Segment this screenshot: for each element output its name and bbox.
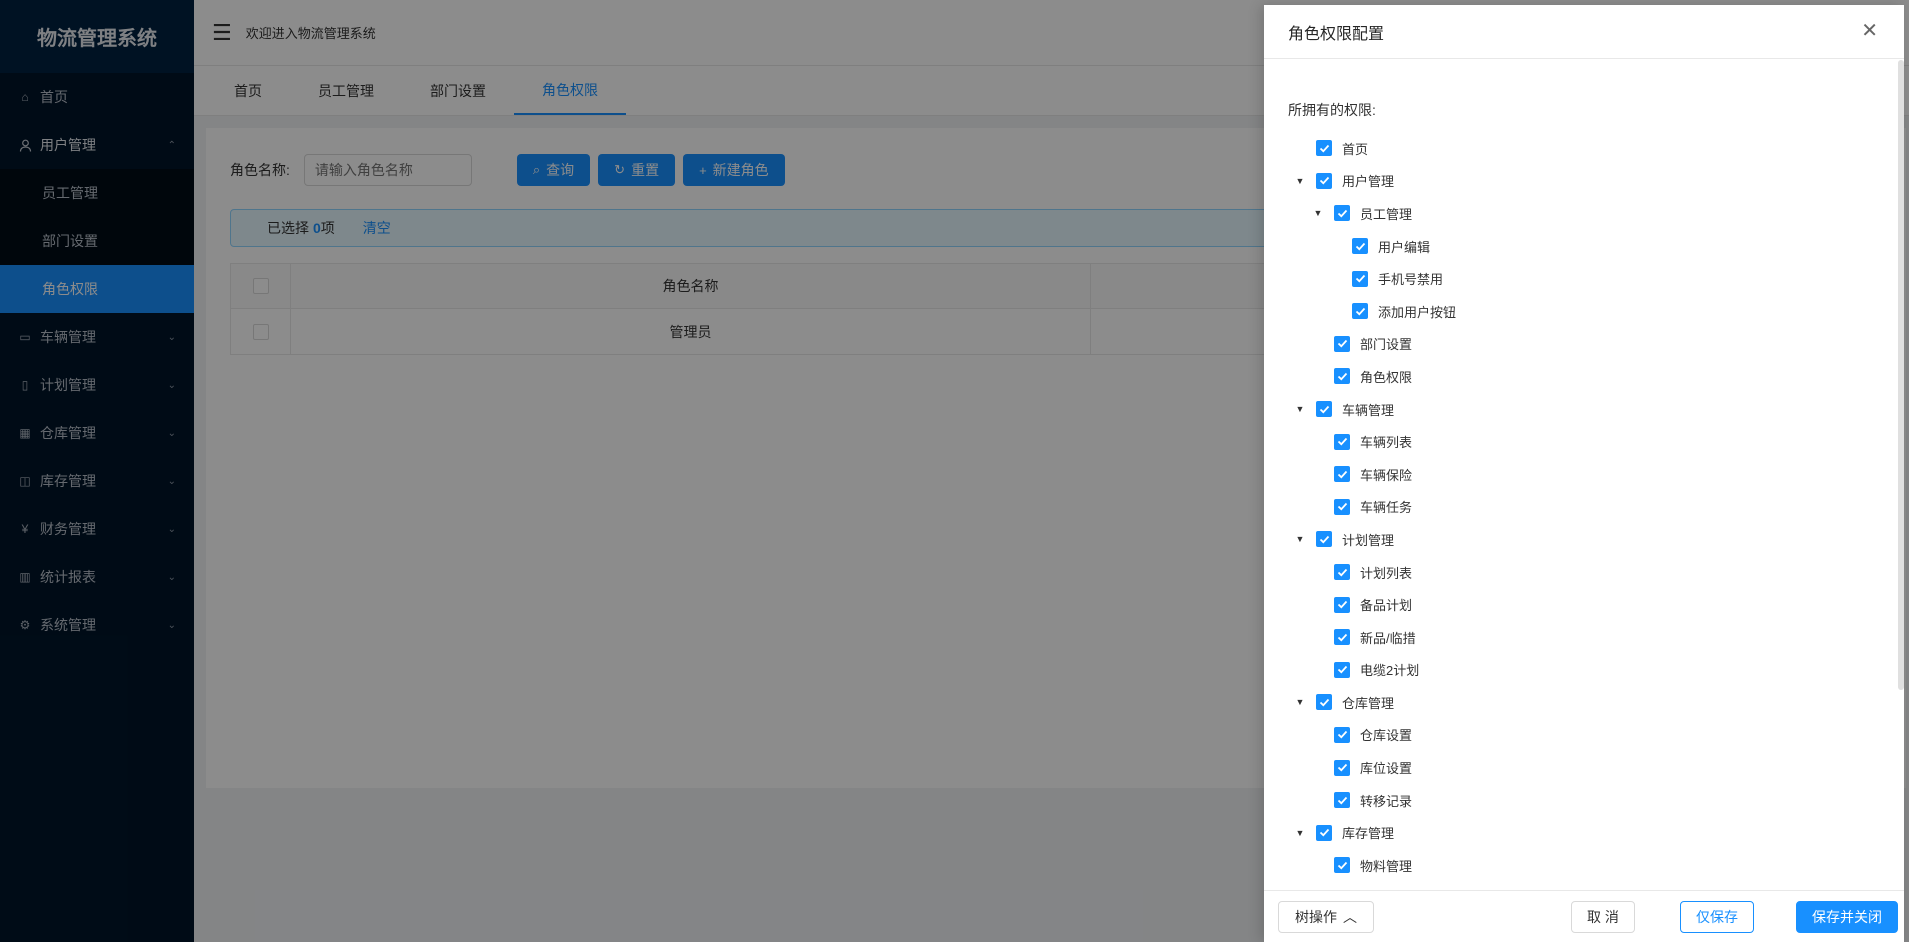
cancel-button[interactable]: 取 消 <box>1571 901 1635 933</box>
permission-tree: 首页 ▼ 用户管理 ▼ 员工管理用户编辑手机号禁用添加用户按钮部门设置角色权限 ▼ 车辆管理… <box>1264 132 1904 890</box>
tree-checkbox[interactable] <box>1316 531 1332 548</box>
tree-checkbox[interactable] <box>1316 401 1332 418</box>
tree-node[interactable]: 物料管理 <box>1264 849 1904 882</box>
tree-node[interactable]: 新品/临措 <box>1264 621 1904 654</box>
tree-node-label: 库存管理 <box>1342 826 1395 842</box>
tree-node[interactable]: ▼ 用户管理 <box>1264 165 1904 198</box>
caret-down-icon[interactable]: ▼ <box>1294 828 1306 838</box>
tree-node[interactable]: 备品计划 <box>1264 588 1904 621</box>
tree-node-label: 车辆保险 <box>1360 467 1413 483</box>
tree-node[interactable]: ▼ 库存管理 <box>1264 816 1904 849</box>
tree-checkbox[interactable] <box>1334 433 1350 450</box>
tree-node-label: 部门设置 <box>1360 337 1413 353</box>
tree-node-label: 添加用户按钮 <box>1378 304 1457 320</box>
tree-node-label: 车辆列表 <box>1360 435 1413 451</box>
tree-node-label: 用户编辑 <box>1378 239 1431 255</box>
save-only-button[interactable]: 仅保存 <box>1680 901 1754 933</box>
caret-down-icon[interactable]: ▼ <box>1294 697 1306 707</box>
role-permission-drawer: 角色权限配置 ✕ 所拥有的权限: 首页 ▼ 用户管理 ▼ 员工管理用户编辑手机号禁用添加… <box>1264 5 1904 942</box>
tree-node[interactable]: 手机号禁用 <box>1264 262 1904 295</box>
tree-checkbox[interactable] <box>1334 498 1350 515</box>
tree-ops-button[interactable]: 树操作 ︿ <box>1278 901 1374 933</box>
tree-node[interactable]: 首页 <box>1264 132 1904 165</box>
tree-checkbox[interactable] <box>1334 661 1350 678</box>
tree-checkbox[interactable] <box>1334 596 1350 613</box>
tree-node[interactable]: 车辆列表 <box>1264 425 1904 458</box>
tree-node[interactable]: ▼ 车辆管理 <box>1264 393 1904 426</box>
tree-node-label: 首页 <box>1342 141 1369 157</box>
tree-ops-label: 树操作 <box>1295 909 1337 925</box>
close-icon[interactable]: ✕ <box>1861 21 1878 41</box>
tree-node-label: 计划列表 <box>1360 565 1413 581</box>
tree-node-label: 角色权限 <box>1360 369 1413 385</box>
tree-checkbox[interactable] <box>1334 792 1350 809</box>
tree-checkbox[interactable] <box>1334 726 1350 743</box>
tree-node[interactable]: 用户编辑 <box>1264 230 1904 263</box>
tree-node[interactable]: 车辆保险 <box>1264 458 1904 491</box>
tree-node-label: 车辆任务 <box>1360 500 1413 516</box>
tree-checkbox[interactable] <box>1334 205 1350 222</box>
tree-node[interactable]: 库位设置 <box>1264 751 1904 784</box>
tree-node-label: 电缆2计划 <box>1360 663 1420 679</box>
tree-node-label: 仓库设置 <box>1360 728 1413 744</box>
tree-checkbox[interactable] <box>1352 238 1368 255</box>
tree-node-label: 员工管理 <box>1360 206 1413 222</box>
caret-down-icon[interactable]: ▼ <box>1294 176 1306 186</box>
drawer-header: 角色权限配置 ✕ <box>1264 5 1904 59</box>
scrollbar[interactable] <box>1898 60 1904 690</box>
tree-node-label: 车辆管理 <box>1342 402 1395 418</box>
tree-node[interactable]: 转移记录 <box>1264 784 1904 817</box>
caret-down-icon[interactable]: ▼ <box>1294 404 1306 414</box>
tree-checkbox[interactable] <box>1334 857 1350 874</box>
tree-node[interactable]: 计划列表 <box>1264 556 1904 589</box>
tree-node[interactable]: 部门设置 <box>1264 328 1904 361</box>
tree-checkbox[interactable] <box>1334 368 1350 385</box>
tree-checkbox[interactable] <box>1334 759 1350 776</box>
tree-checkbox[interactable] <box>1352 270 1368 287</box>
drawer-footer: 树操作 ︿ 取 消 仅保存 保存并关闭 <box>1264 890 1904 942</box>
caret-down-icon[interactable]: ▼ <box>1312 208 1324 218</box>
tree-node[interactable]: ▼ 仓库管理 <box>1264 686 1904 719</box>
tree-node-label: 物料管理 <box>1360 858 1413 874</box>
tree-checkbox[interactable] <box>1352 303 1368 320</box>
tree-node[interactable]: 仓库设置 <box>1264 719 1904 752</box>
tree-checkbox[interactable] <box>1334 335 1350 352</box>
tree-node-label: 计划管理 <box>1342 532 1395 548</box>
tree-node[interactable]: 电缆2计划 <box>1264 654 1904 687</box>
tree-node-label: 转移记录 <box>1360 793 1413 809</box>
tree-node-label: 库位设置 <box>1360 761 1413 777</box>
drawer-title: 角色权限配置 <box>1288 25 1385 43</box>
save-and-close-button[interactable]: 保存并关闭 <box>1796 901 1898 933</box>
tree-checkbox[interactable] <box>1316 140 1332 157</box>
tree-node-label: 用户管理 <box>1342 174 1395 190</box>
tree-checkbox[interactable] <box>1334 629 1350 646</box>
tree-node[interactable]: 库存查询 <box>1264 882 1904 890</box>
tree-node[interactable]: 角色权限 <box>1264 360 1904 393</box>
tree-checkbox[interactable] <box>1334 564 1350 581</box>
tree-node-label: 手机号禁用 <box>1378 272 1444 288</box>
tree-checkbox[interactable] <box>1316 824 1332 841</box>
tree-node[interactable]: 添加用户按钮 <box>1264 295 1904 328</box>
tree-checkbox[interactable] <box>1334 466 1350 483</box>
permission-title: 所拥有的权限: <box>1288 102 1376 118</box>
tree-node[interactable]: ▼ 计划管理 <box>1264 523 1904 556</box>
tree-checkbox[interactable] <box>1316 172 1332 189</box>
tree-node[interactable]: 车辆任务 <box>1264 491 1904 524</box>
tree-node-label: 新品/临措 <box>1360 630 1416 646</box>
chevron-up-icon: ︿ <box>1343 909 1357 925</box>
tree-node[interactable]: ▼ 员工管理 <box>1264 197 1904 230</box>
tree-node-label: 备品计划 <box>1360 598 1413 614</box>
tree-checkbox[interactable] <box>1316 694 1332 711</box>
caret-down-icon[interactable]: ▼ <box>1294 534 1306 544</box>
tree-node-label: 仓库管理 <box>1342 695 1395 711</box>
drawer-body: 所拥有的权限: 首页 ▼ 用户管理 ▼ 员工管理用户编辑手机号禁用添加用户按钮部门设置角… <box>1264 60 1904 890</box>
